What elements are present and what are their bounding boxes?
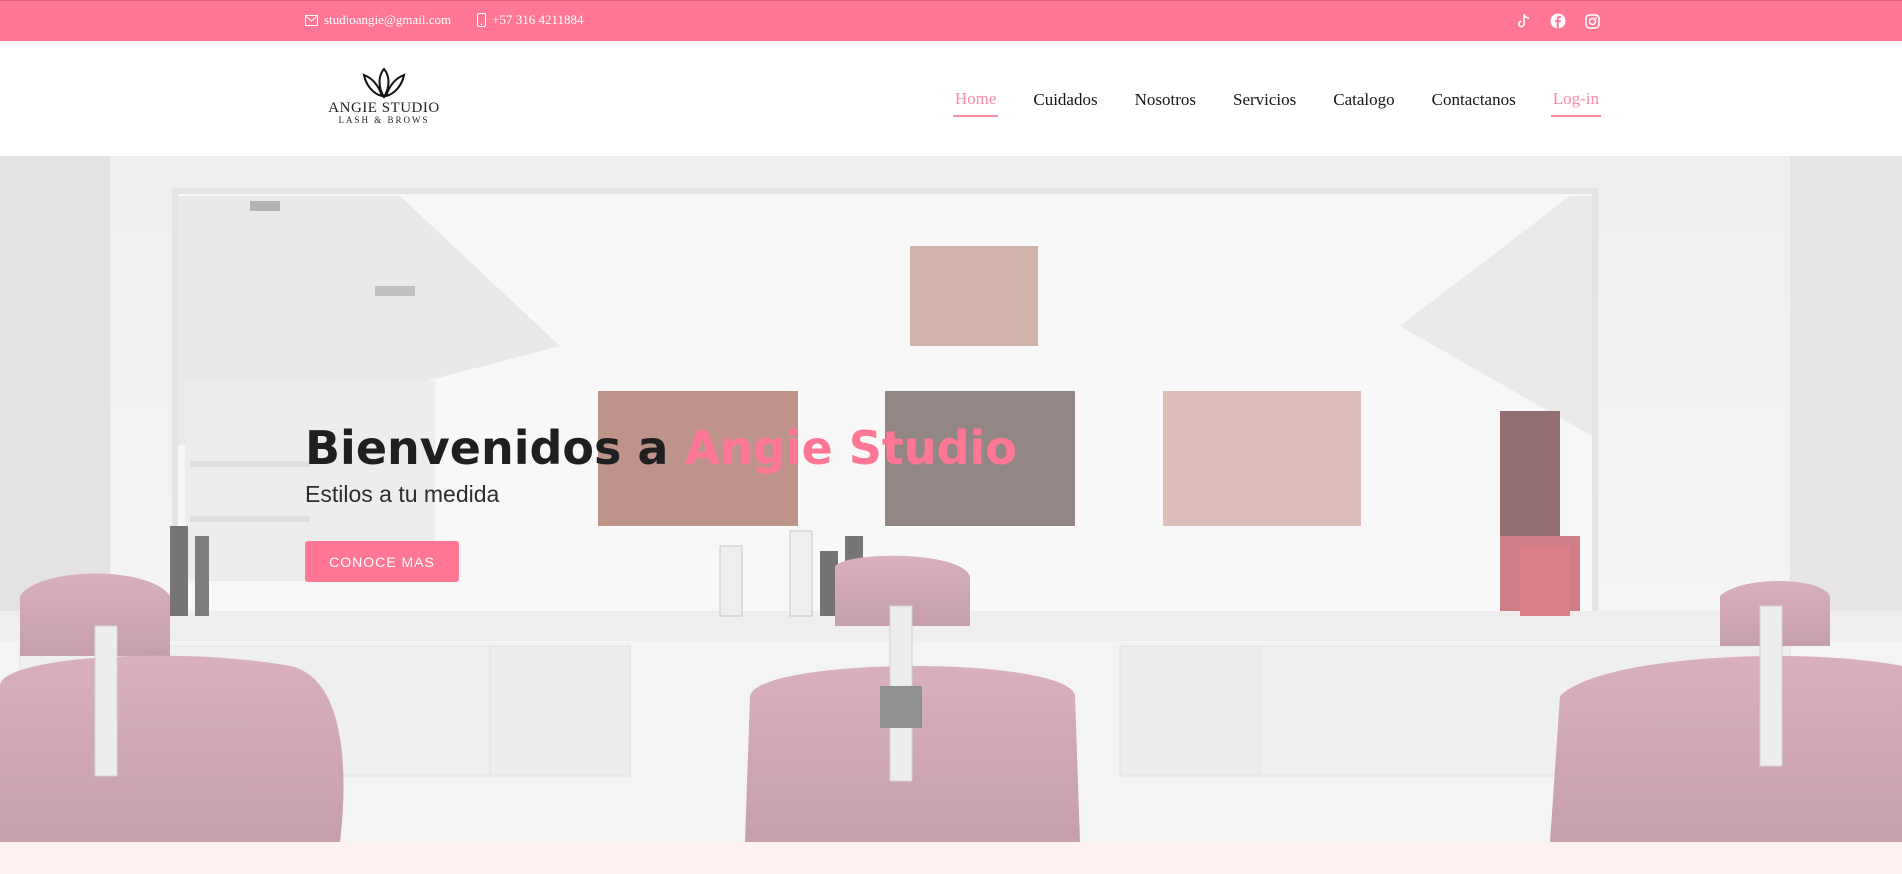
nav-login[interactable]: Log-in — [1550, 87, 1601, 117]
nav-catalogo[interactable]: Catalogo — [1331, 88, 1396, 116]
conoce-mas-button[interactable]: CONOCE MAS — [305, 541, 459, 582]
hero-title-accent: Angie Studio — [684, 421, 1017, 475]
facebook-icon[interactable] — [1549, 12, 1567, 30]
top-bar: studioangie@gmail.com +57 316 4211884 — [0, 0, 1902, 41]
logo-brand-text: ANGIE STUDIO — [328, 100, 440, 116]
site-header: ANGIE STUDIO LASH & BROWS Home Cuidados … — [0, 41, 1902, 156]
phone-link[interactable]: +57 316 4211884 — [477, 12, 584, 28]
logo-tagline-text: LASH & BROWS — [338, 115, 430, 125]
site-logo[interactable]: ANGIE STUDIO LASH & BROWS — [326, 67, 442, 137]
nav-home[interactable]: Home — [952, 87, 999, 117]
lotus-logo-icon — [362, 67, 406, 99]
next-section-edge — [0, 842, 1902, 874]
nav-contactanos[interactable]: Contactanos — [1430, 88, 1518, 116]
envelope-icon — [305, 14, 318, 26]
tiktok-icon[interactable] — [1515, 12, 1533, 30]
main-nav: Home Cuidados Nosotros Servicios Catalog… — [920, 87, 1601, 117]
hero-content: Bienvenidos a Angie Studio Estilos a tu … — [305, 421, 1017, 582]
hero-subtitle: Estilos a tu medida — [305, 481, 500, 507]
instagram-icon[interactable] — [1583, 12, 1601, 30]
email-link[interactable]: studioangie@gmail.com — [305, 12, 451, 28]
social-links — [1515, 12, 1617, 30]
nav-nosotros[interactable]: Nosotros — [1133, 88, 1198, 116]
contact-info: studioangie@gmail.com +57 316 4211884 — [305, 12, 610, 28]
hero-title: Bienvenidos a Angie Studio — [305, 421, 1017, 475]
phone-icon — [477, 13, 487, 27]
email-text: studioangie@gmail.com — [324, 12, 452, 27]
hero-title-prefix: Bienvenidos a — [305, 421, 685, 475]
nav-cuidados[interactable]: Cuidados — [1031, 88, 1099, 116]
phone-text: +57 316 4211884 — [492, 12, 584, 27]
nav-servicios[interactable]: Servicios — [1231, 88, 1298, 116]
hero-section: Bienvenidos a Angie Studio Estilos a tu … — [0, 156, 1902, 842]
